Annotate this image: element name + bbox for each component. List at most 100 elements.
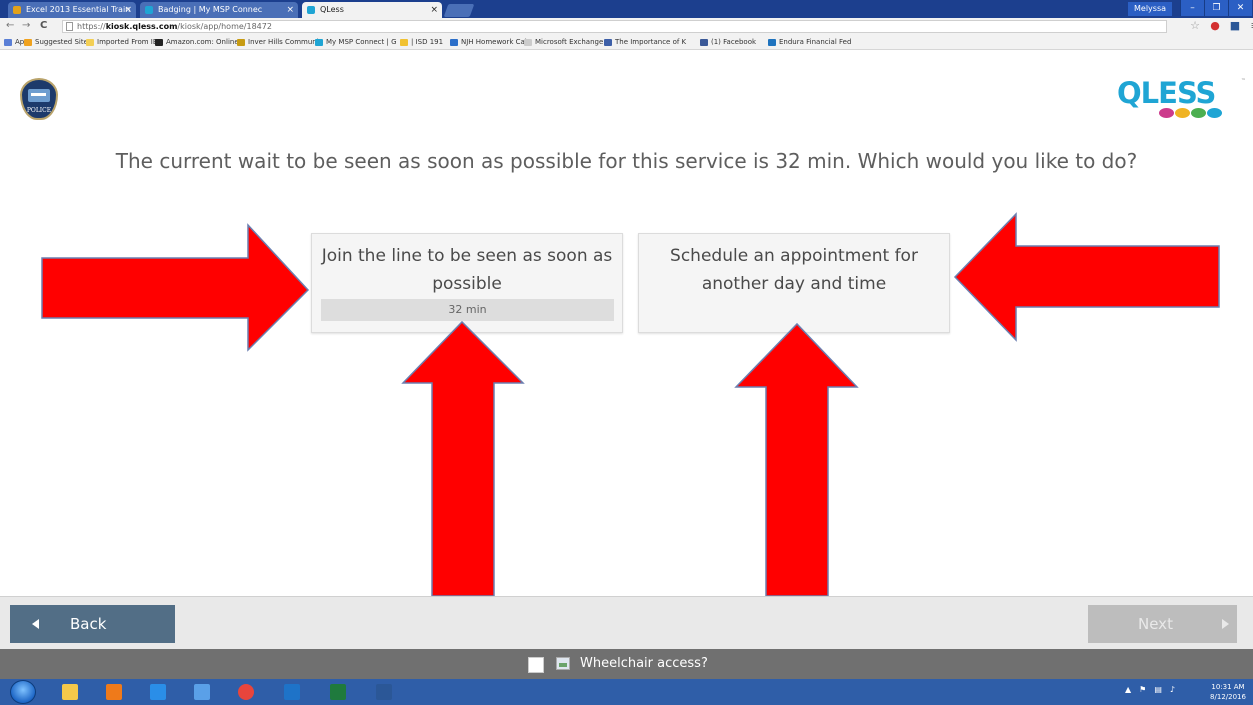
minimize-icon[interactable]: – xyxy=(1180,0,1204,16)
qless-favicon xyxy=(307,6,315,14)
network-icon[interactable]: ▤ xyxy=(1154,685,1162,694)
bookmark-label: Inver Hills Communit xyxy=(248,38,322,46)
qless-wordmark: QLESS xyxy=(1117,76,1216,110)
notes-taskbar-icon[interactable] xyxy=(184,681,220,703)
tab-close-icon[interactable]: × xyxy=(124,2,132,18)
bookmark-item[interactable]: Endura Financial Fed xyxy=(768,36,851,48)
bookmark-item[interactable]: The Importance of K xyxy=(604,36,686,48)
clock-time: 10:31 AM xyxy=(1211,683,1245,691)
clock-date: 8/12/2016 xyxy=(1210,693,1246,701)
arrow-left-annotation xyxy=(953,212,1220,342)
tab-qless[interactable]: QLess × xyxy=(302,2,442,18)
next-button[interactable]: Next xyxy=(1088,605,1237,643)
menu-icon[interactable]: ≡ xyxy=(1248,19,1253,33)
excel-taskbar-icon[interactable] xyxy=(320,681,356,703)
wait-time: 32 min xyxy=(448,303,487,316)
schedule-appointment-label: Schedule an appointment for another day … xyxy=(670,246,918,294)
extension-icon[interactable]: ■ xyxy=(1228,19,1242,33)
bookmark-item[interactable]: Suggested Sites xyxy=(24,36,92,48)
flag-icon[interactable]: ⚑ xyxy=(1139,685,1146,694)
bookmark-label: Suggested Sites xyxy=(35,38,92,46)
explorer-icon xyxy=(62,684,78,700)
bookmark-item[interactable]: Imported From IE xyxy=(86,36,157,48)
outlook-taskbar-icon[interactable] xyxy=(274,681,310,703)
bookmark-label: Microsoft Exchange xyxy=(535,38,604,46)
bookmark-label: The Importance of K xyxy=(615,38,687,46)
close-window-icon[interactable]: ✕ xyxy=(1228,0,1252,16)
bookmark-item[interactable]: Microsoft Exchange xyxy=(524,36,603,48)
back-triangle-icon xyxy=(32,619,39,629)
next-label: Next xyxy=(1138,615,1173,633)
bookmark-icon xyxy=(4,39,12,46)
star-icon[interactable]: ☆ xyxy=(1188,19,1202,33)
schedule-appointment-button[interactable]: Schedule an appointment for another day … xyxy=(638,233,950,333)
volume-icon[interactable]: ♪ xyxy=(1170,685,1175,694)
wheelchair-label[interactable]: Wheelchair access? xyxy=(580,649,708,679)
bookmark-item[interactable]: Inver Hills Communit xyxy=(237,36,321,48)
wait-time-strip: 32 min xyxy=(321,299,614,321)
bookmark-icon xyxy=(237,39,245,46)
qless-dots xyxy=(1159,108,1222,118)
window-controls: – ❐ ✕ xyxy=(1180,0,1252,16)
qless-logo: QLESS ™ xyxy=(1117,76,1247,118)
logo-text: POLICE xyxy=(26,107,52,114)
explorer-taskbar-icon[interactable] xyxy=(52,681,88,703)
wheelchair-bar: Wheelchair access? xyxy=(0,649,1253,679)
bookmark-icon xyxy=(24,39,32,46)
url-prefix: https:// xyxy=(77,22,106,31)
bookmark-icon xyxy=(155,39,163,46)
pinterest-icon[interactable]: ● xyxy=(1208,19,1222,33)
back-arrow-icon[interactable]: ← xyxy=(6,20,14,32)
screen: Excel 2013 Essential Train × Badging | M… xyxy=(0,0,1253,705)
profile-name[interactable]: Melyssa xyxy=(1128,2,1173,16)
bookmark-icon xyxy=(604,39,612,46)
tab-close-icon[interactable]: × xyxy=(430,2,438,18)
tab-close-icon[interactable]: × xyxy=(286,2,294,18)
logo-plane-icon xyxy=(31,93,46,96)
system-tray: ▲ ⚑ ▤ ♪ xyxy=(1125,685,1175,694)
excel-icon xyxy=(330,684,346,700)
trademark: ™ xyxy=(1241,78,1246,84)
tab-excel[interactable]: Excel 2013 Essential Train × xyxy=(8,2,136,18)
back-button[interactable]: Back xyxy=(10,605,175,643)
extension-icons: ☆ ● ■ ≡ xyxy=(1188,19,1253,33)
forward-arrow-icon[interactable]: → xyxy=(22,20,30,32)
tab-label: Badging | My MSP Connec xyxy=(158,5,263,14)
media-player-icon xyxy=(106,684,122,700)
restore-icon[interactable]: ❐ xyxy=(1204,0,1228,16)
tab-label: Excel 2013 Essential Train xyxy=(26,5,131,14)
wheelchair-checkbox[interactable] xyxy=(528,657,544,673)
brand-dot xyxy=(1191,108,1206,118)
internet-explorer-taskbar-icon[interactable] xyxy=(140,681,176,703)
bookmark-label: Amazon.com: Online xyxy=(166,38,239,46)
join-line-button[interactable]: Join the line to be seen as soon as poss… xyxy=(311,233,623,333)
arrow-right-annotation xyxy=(41,223,310,352)
bookmark-item[interactable]: My MSP Connect | G xyxy=(315,36,397,48)
bookmark-item[interactable]: | ISD 191 xyxy=(400,36,443,48)
next-triangle-icon xyxy=(1222,619,1229,629)
page-icon xyxy=(66,22,73,31)
media-player-taskbar-icon[interactable] xyxy=(96,681,132,703)
chrome-taskbar-icon[interactable] xyxy=(228,681,264,703)
system-clock[interactable]: 10:31 AM 8/12/2016 xyxy=(1205,682,1251,702)
word-taskbar-icon[interactable] xyxy=(366,681,402,703)
start-button[interactable] xyxy=(10,680,36,704)
word-icon xyxy=(376,684,392,700)
brand-dot xyxy=(1175,108,1190,118)
tab-badging[interactable]: Badging | My MSP Connec × xyxy=(140,2,298,18)
tray-expand-icon[interactable]: ▲ xyxy=(1125,685,1131,694)
bookmark-icon xyxy=(400,39,408,46)
reload-icon[interactable]: C xyxy=(40,20,47,32)
bookmark-item[interactable]: (1) Facebook xyxy=(700,36,756,48)
chrome-icon xyxy=(238,684,254,700)
bookmark-label: | ISD 191 xyxy=(411,38,444,46)
bookmark-icon xyxy=(86,39,94,46)
new-tab-button[interactable] xyxy=(443,4,475,17)
bookmark-item[interactable]: Amazon.com: Online xyxy=(155,36,239,48)
url-field[interactable]: https://kiosk.qless.com/kiosk/app/home/1… xyxy=(62,20,1167,33)
bookmark-icon xyxy=(524,39,532,46)
bookmark-label: Endura Financial Fed xyxy=(779,38,852,46)
bookmark-item[interactable]: NJH Homework Cale xyxy=(450,36,531,48)
bookmark-label: My MSP Connect | G xyxy=(326,38,397,46)
address-bar-row: ← → C https://kiosk.qless.com/kiosk/app/… xyxy=(0,18,1253,34)
